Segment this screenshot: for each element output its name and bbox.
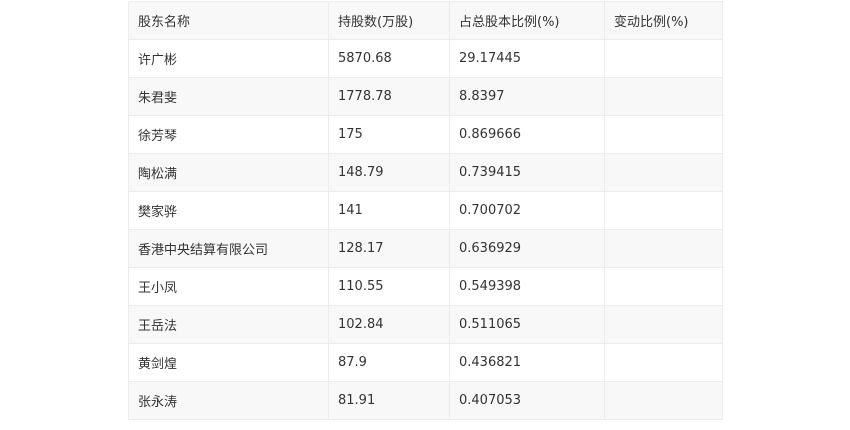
change-ratio-cell	[604, 381, 723, 420]
holder-name-cell: 陶松满	[128, 153, 329, 192]
header-row: 股东名称 持股数(万股) 占总股本比例(%) 变动比例(%)	[128, 1, 723, 40]
change-ratio-cell	[604, 229, 723, 268]
shares-held-cell: 148.79	[328, 153, 450, 192]
holder-name-cell: 许广彬	[128, 39, 329, 78]
holder-name-cell: 徐芳琴	[128, 115, 329, 154]
change-ratio-cell	[604, 191, 723, 230]
table-row: 樊家骅 141 0.700702	[128, 191, 723, 230]
table-header: 股东名称 持股数(万股) 占总股本比例(%) 变动比例(%)	[128, 1, 723, 40]
holder-name-cell: 朱君斐	[128, 77, 329, 116]
shares-held-cell: 175	[328, 115, 450, 154]
table-row: 香港中央结算有限公司 128.17 0.636929	[128, 229, 723, 268]
share-ratio-cell: 29.17445	[449, 39, 605, 78]
holder-name-cell: 王小凤	[128, 267, 329, 306]
table-row: 张永涛 81.91 0.407053	[128, 381, 723, 420]
share-ratio-cell: 0.869666	[449, 115, 605, 154]
header-shares-held: 持股数(万股)	[328, 1, 450, 40]
shares-held-cell: 1778.78	[328, 77, 450, 116]
header-change-ratio: 变动比例(%)	[604, 1, 723, 40]
share-ratio-cell: 0.549398	[449, 267, 605, 306]
table-row: 徐芳琴 175 0.869666	[128, 115, 723, 154]
shares-held-cell: 128.17	[328, 229, 450, 268]
table-row: 陶松满 148.79 0.739415	[128, 153, 723, 192]
holder-name-cell: 香港中央结算有限公司	[128, 229, 329, 268]
shares-held-cell: 87.9	[328, 343, 450, 382]
shares-held-cell: 81.91	[328, 381, 450, 420]
share-ratio-cell: 8.8397	[449, 77, 605, 116]
table-row: 许广彬 5870.68 29.17445	[128, 39, 723, 78]
change-ratio-cell	[604, 267, 723, 306]
change-ratio-cell	[604, 153, 723, 192]
shareholders-table: 股东名称 持股数(万股) 占总股本比例(%) 变动比例(%) 许广彬 5870.…	[128, 1, 723, 420]
holder-name-cell: 樊家骅	[128, 191, 329, 230]
shares-held-cell: 5870.68	[328, 39, 450, 78]
holder-name-cell: 张永涛	[128, 381, 329, 420]
table-row: 王小凤 110.55 0.549398	[128, 267, 723, 306]
change-ratio-cell	[604, 343, 723, 382]
shares-held-cell: 110.55	[328, 267, 450, 306]
header-share-ratio: 占总股本比例(%)	[449, 1, 605, 40]
table-row: 朱君斐 1778.78 8.8397	[128, 77, 723, 116]
holder-name-cell: 黄剑煌	[128, 343, 329, 382]
share-ratio-cell: 0.436821	[449, 343, 605, 382]
change-ratio-cell	[604, 77, 723, 116]
share-ratio-cell: 0.407053	[449, 381, 605, 420]
share-ratio-cell: 0.700702	[449, 191, 605, 230]
table-body: 许广彬 5870.68 29.17445 朱君斐 1778.78 8.8397 …	[128, 39, 723, 420]
change-ratio-cell	[604, 305, 723, 344]
share-ratio-cell: 0.636929	[449, 229, 605, 268]
share-ratio-cell: 0.511065	[449, 305, 605, 344]
shares-held-cell: 102.84	[328, 305, 450, 344]
holder-name-cell: 王岳法	[128, 305, 329, 344]
shares-held-cell: 141	[328, 191, 450, 230]
table-row: 王岳法 102.84 0.511065	[128, 305, 723, 344]
header-holder-name: 股东名称	[128, 1, 329, 40]
table-row: 黄剑煌 87.9 0.436821	[128, 343, 723, 382]
change-ratio-cell	[604, 39, 723, 78]
share-ratio-cell: 0.739415	[449, 153, 605, 192]
change-ratio-cell	[604, 115, 723, 154]
